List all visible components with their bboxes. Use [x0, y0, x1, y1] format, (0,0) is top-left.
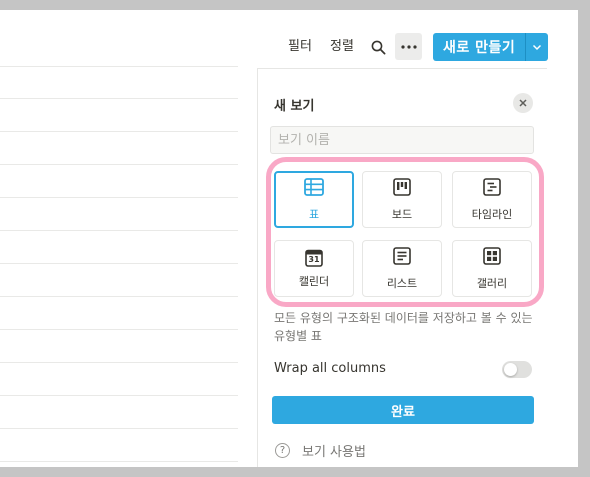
app-window: 필터 정렬 새로 만들기 새 보기 표 보드	[0, 10, 578, 467]
table-row	[0, 297, 238, 330]
view-type-label: 캘린더	[298, 274, 330, 288]
view-type-label: 보드	[391, 207, 413, 221]
new-button[interactable]: 새로 만들기	[433, 33, 526, 61]
table-row	[0, 429, 238, 462]
new-button-group: 새로 만들기	[433, 33, 549, 61]
table-row	[0, 198, 238, 231]
view-type-board[interactable]: 보드	[362, 171, 442, 228]
timeline-icon	[483, 177, 501, 200]
calendar-day-number: 31	[308, 254, 320, 264]
chevron-down-icon[interactable]	[525, 33, 549, 61]
close-icon[interactable]	[513, 93, 533, 113]
gallery-icon	[483, 246, 501, 269]
view-type-gallery[interactable]: 갤러리	[452, 240, 532, 297]
view-type-label: 타임라인	[471, 207, 513, 221]
view-name-input[interactable]	[270, 126, 534, 154]
sort-button[interactable]: 정렬	[330, 35, 354, 54]
new-view-panel: 새 보기 표 보드 타임라인 31	[257, 68, 547, 467]
help-icon: ?	[275, 443, 290, 458]
table-row	[0, 231, 238, 264]
view-type-list[interactable]: 리스트	[362, 240, 442, 297]
table-background	[0, 66, 238, 462]
toggle-knob	[504, 363, 517, 376]
list-icon	[393, 246, 411, 269]
table-icon	[304, 177, 324, 200]
table-row	[0, 165, 238, 198]
table-row	[0, 66, 238, 99]
done-button[interactable]: 완료	[272, 396, 534, 424]
table-row	[0, 264, 238, 297]
panel-title: 새 보기	[274, 99, 315, 114]
help-label: 보기 사용법	[302, 445, 366, 460]
view-type-label: 갤러리	[476, 276, 508, 290]
view-type-description: 모든 유형의 구조화된 데이터를 저장하고 볼 수 있는 유형별 표	[274, 311, 533, 343]
search-icon[interactable]	[369, 38, 387, 56]
view-type-label: 리스트	[386, 276, 418, 290]
more-horizontal-icon[interactable]	[395, 33, 422, 60]
table-row	[0, 396, 238, 429]
filter-button[interactable]: 필터	[288, 35, 312, 54]
calendar-icon: 31	[305, 249, 323, 267]
wrap-columns-label: Wrap all columns	[274, 361, 386, 376]
view-type-table[interactable]: 표	[274, 171, 354, 228]
table-row	[0, 330, 238, 363]
table-row	[0, 363, 238, 396]
view-help-link[interactable]: ? 보기 사용법	[275, 441, 366, 460]
table-row	[0, 99, 238, 132]
wrap-columns-toggle[interactable]	[502, 361, 532, 378]
board-icon	[393, 177, 411, 200]
view-type-timeline[interactable]: 타임라인	[452, 171, 532, 228]
table-row	[0, 132, 238, 165]
view-type-calendar[interactable]: 31 캘린더	[274, 240, 354, 297]
view-type-label: 표	[308, 207, 320, 221]
